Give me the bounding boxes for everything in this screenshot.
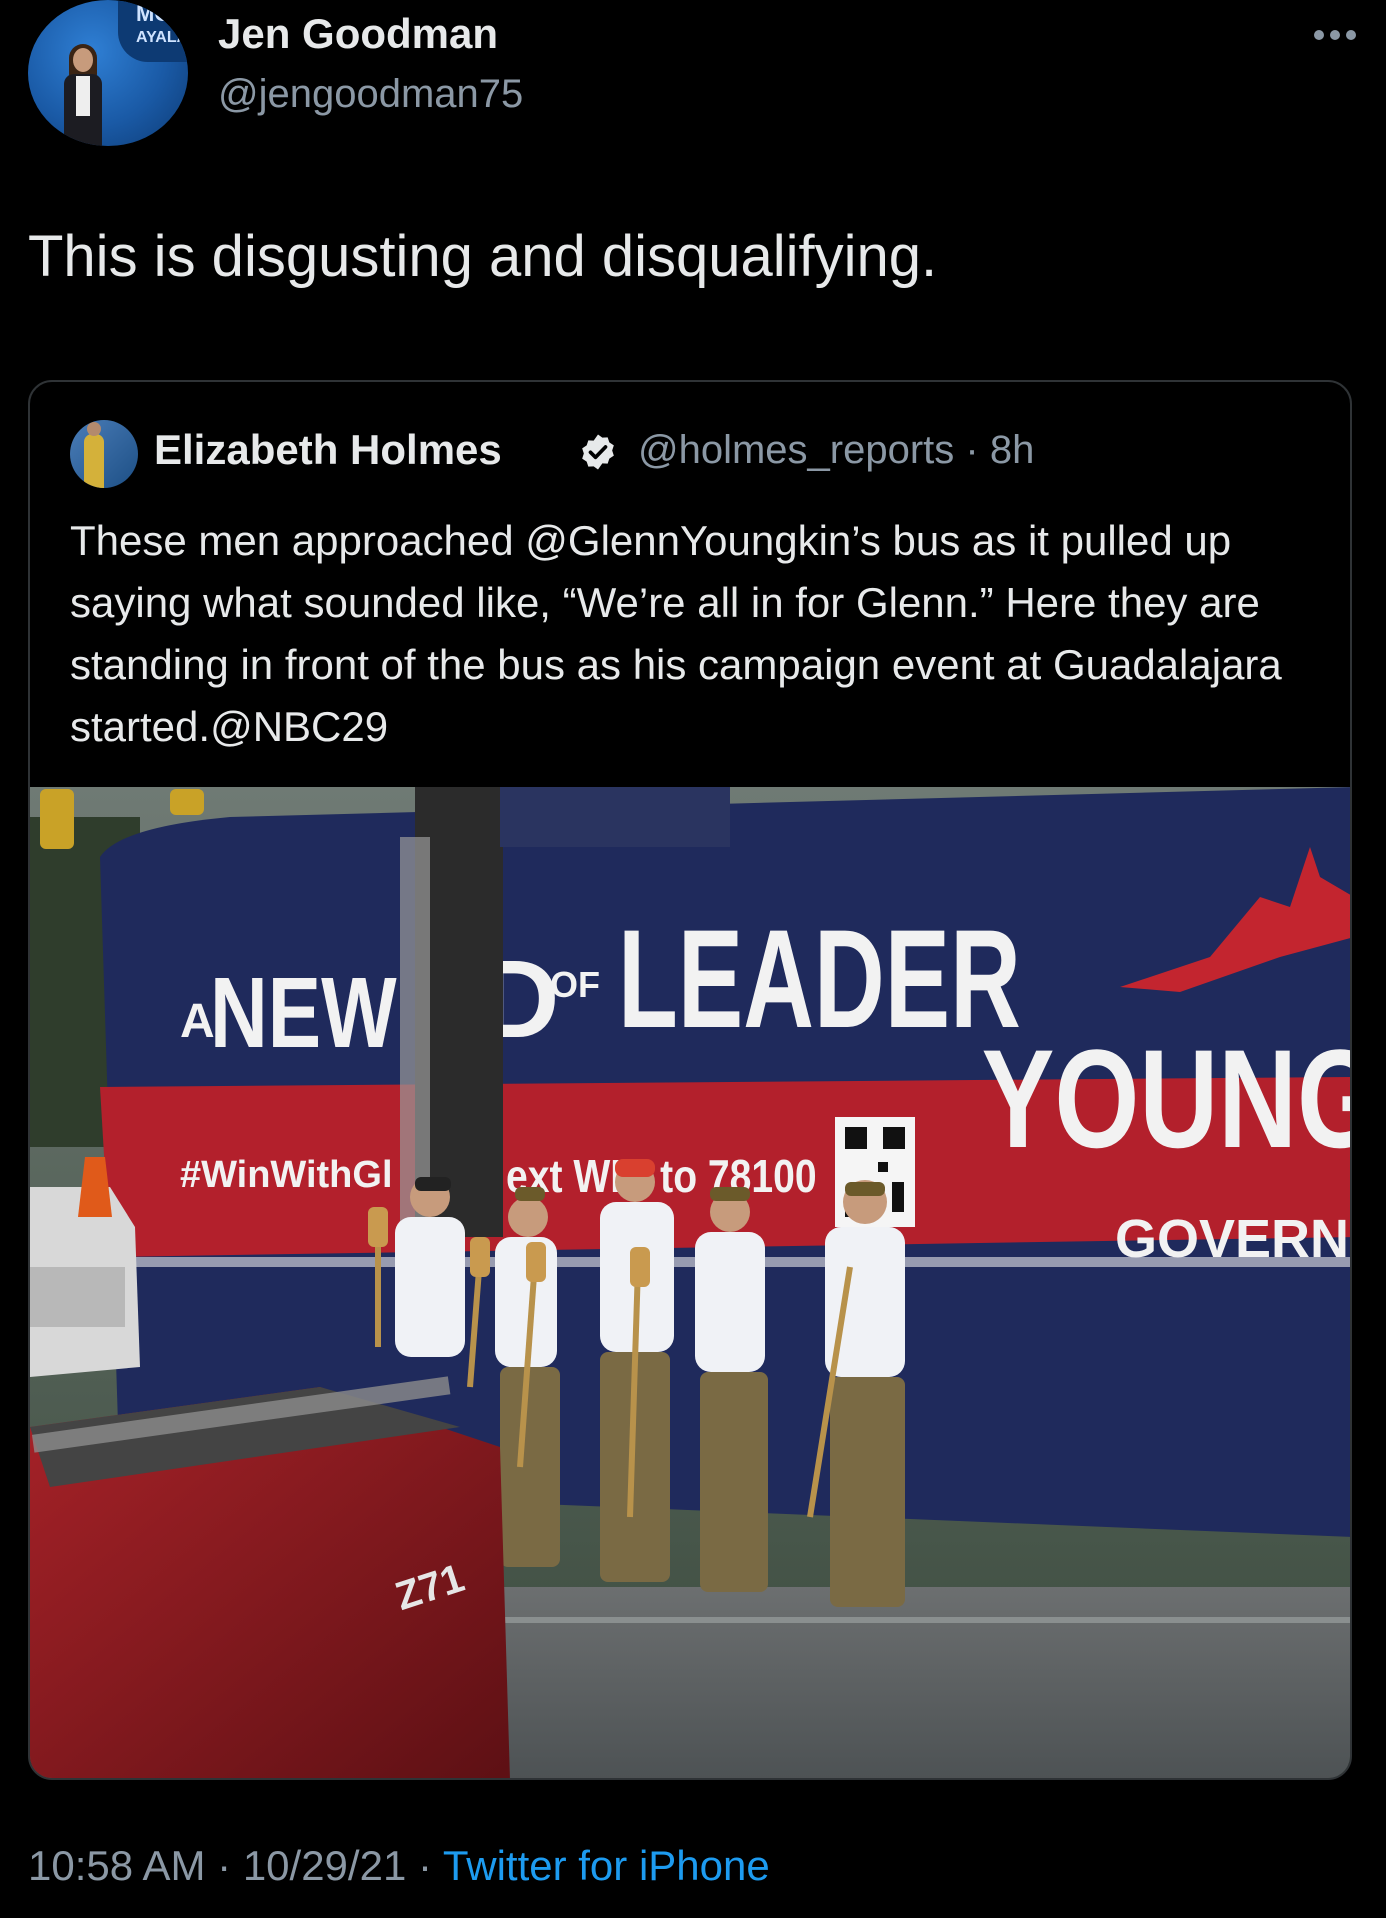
bus-text-governor: GOVERNO	[1115, 1209, 1352, 1269]
avatar-sign: MCA AYALA	[118, 0, 188, 62]
quoted-tweet-meta: @holmes_reports · 8h	[638, 428, 1034, 473]
bus-text-hashtag: #WinWithGl	[180, 1154, 393, 1196]
quoted-tweet-text: These men approached @GlennYoungkin’s bu…	[70, 517, 1282, 750]
tweet-footer: 10:58 AM · 10/29/21 · Twitter for iPhone	[28, 1842, 770, 1890]
avatar-person	[60, 44, 106, 146]
more-dots-icon[interactable]	[1314, 30, 1358, 42]
tweet-source-link[interactable]: Twitter for iPhone	[443, 1842, 770, 1889]
quoted-author-name[interactable]: Elizabeth Holmes	[154, 426, 502, 474]
footer-separator-2: ·	[417, 1842, 432, 1889]
tweet-text: This is disgusting and disqualifying.	[28, 224, 938, 289]
meta-separator: ·	[965, 428, 979, 472]
bus-text-win: ext WIN to 78100	[506, 1151, 817, 1203]
avatar-sign-line-2: AYALA	[136, 29, 188, 46]
bus-text-youngkin: YOUNGI	[982, 1020, 1352, 1177]
footer-separator-1: ·	[217, 1842, 232, 1889]
tweet-time[interactable]: 10:58 AM	[28, 1842, 205, 1889]
bus-text-new: NEW	[210, 958, 397, 1070]
verified-badge-icon	[582, 434, 614, 470]
bus-text-leader: LEADER	[618, 901, 1021, 1057]
photo-scene: A NEW D OF LEADER #WinWithGl ext WIN to …	[30, 787, 1352, 1778]
quoted-tweet-age[interactable]: 8h	[990, 428, 1035, 472]
bus-text-of: OF	[550, 964, 600, 1005]
author-avatar[interactable]: MCA AYALA	[28, 0, 188, 146]
quoted-author-avatar[interactable]	[70, 420, 138, 488]
tweet-header: MCA AYALA Jen Goodman @jengoodman75	[28, 0, 1358, 150]
quoted-tweet-photo[interactable]: A NEW D OF LEADER #WinWithGl ext WIN to …	[30, 787, 1352, 1778]
author-name[interactable]: Jen Goodman	[218, 10, 498, 58]
avatar-sign-line-1: MCA	[136, 1, 187, 26]
quoted-tweet-card[interactable]: Elizabeth Holmes @holmes_reports · 8h Th…	[28, 380, 1352, 1780]
quoted-author-handle[interactable]: @holmes_reports	[638, 428, 954, 472]
author-handle[interactable]: @jengoodman75	[218, 72, 523, 117]
tweet-date[interactable]: 10/29/21	[243, 1842, 407, 1889]
